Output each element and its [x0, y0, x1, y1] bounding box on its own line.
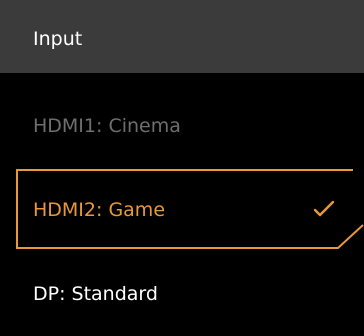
- menu-item-hdmi1: HDMI1: Cinema: [0, 84, 364, 168]
- menu-item-label: DP: Standard: [33, 283, 158, 305]
- menu-item-label: HDMI2: Game: [33, 199, 166, 221]
- osd-menu: Input HDMI1: Cinema HDMI2: Game DP: Stan…: [0, 0, 364, 329]
- check-icon: [313, 200, 335, 217]
- menu-title: Input: [33, 28, 83, 50]
- menu-item-label: HDMI1: Cinema: [33, 115, 181, 137]
- menu-header: Input: [0, 0, 364, 73]
- menu-item-dp[interactable]: DP: Standard: [0, 252, 364, 336]
- menu-item-hdmi2[interactable]: HDMI2: Game: [0, 168, 364, 252]
